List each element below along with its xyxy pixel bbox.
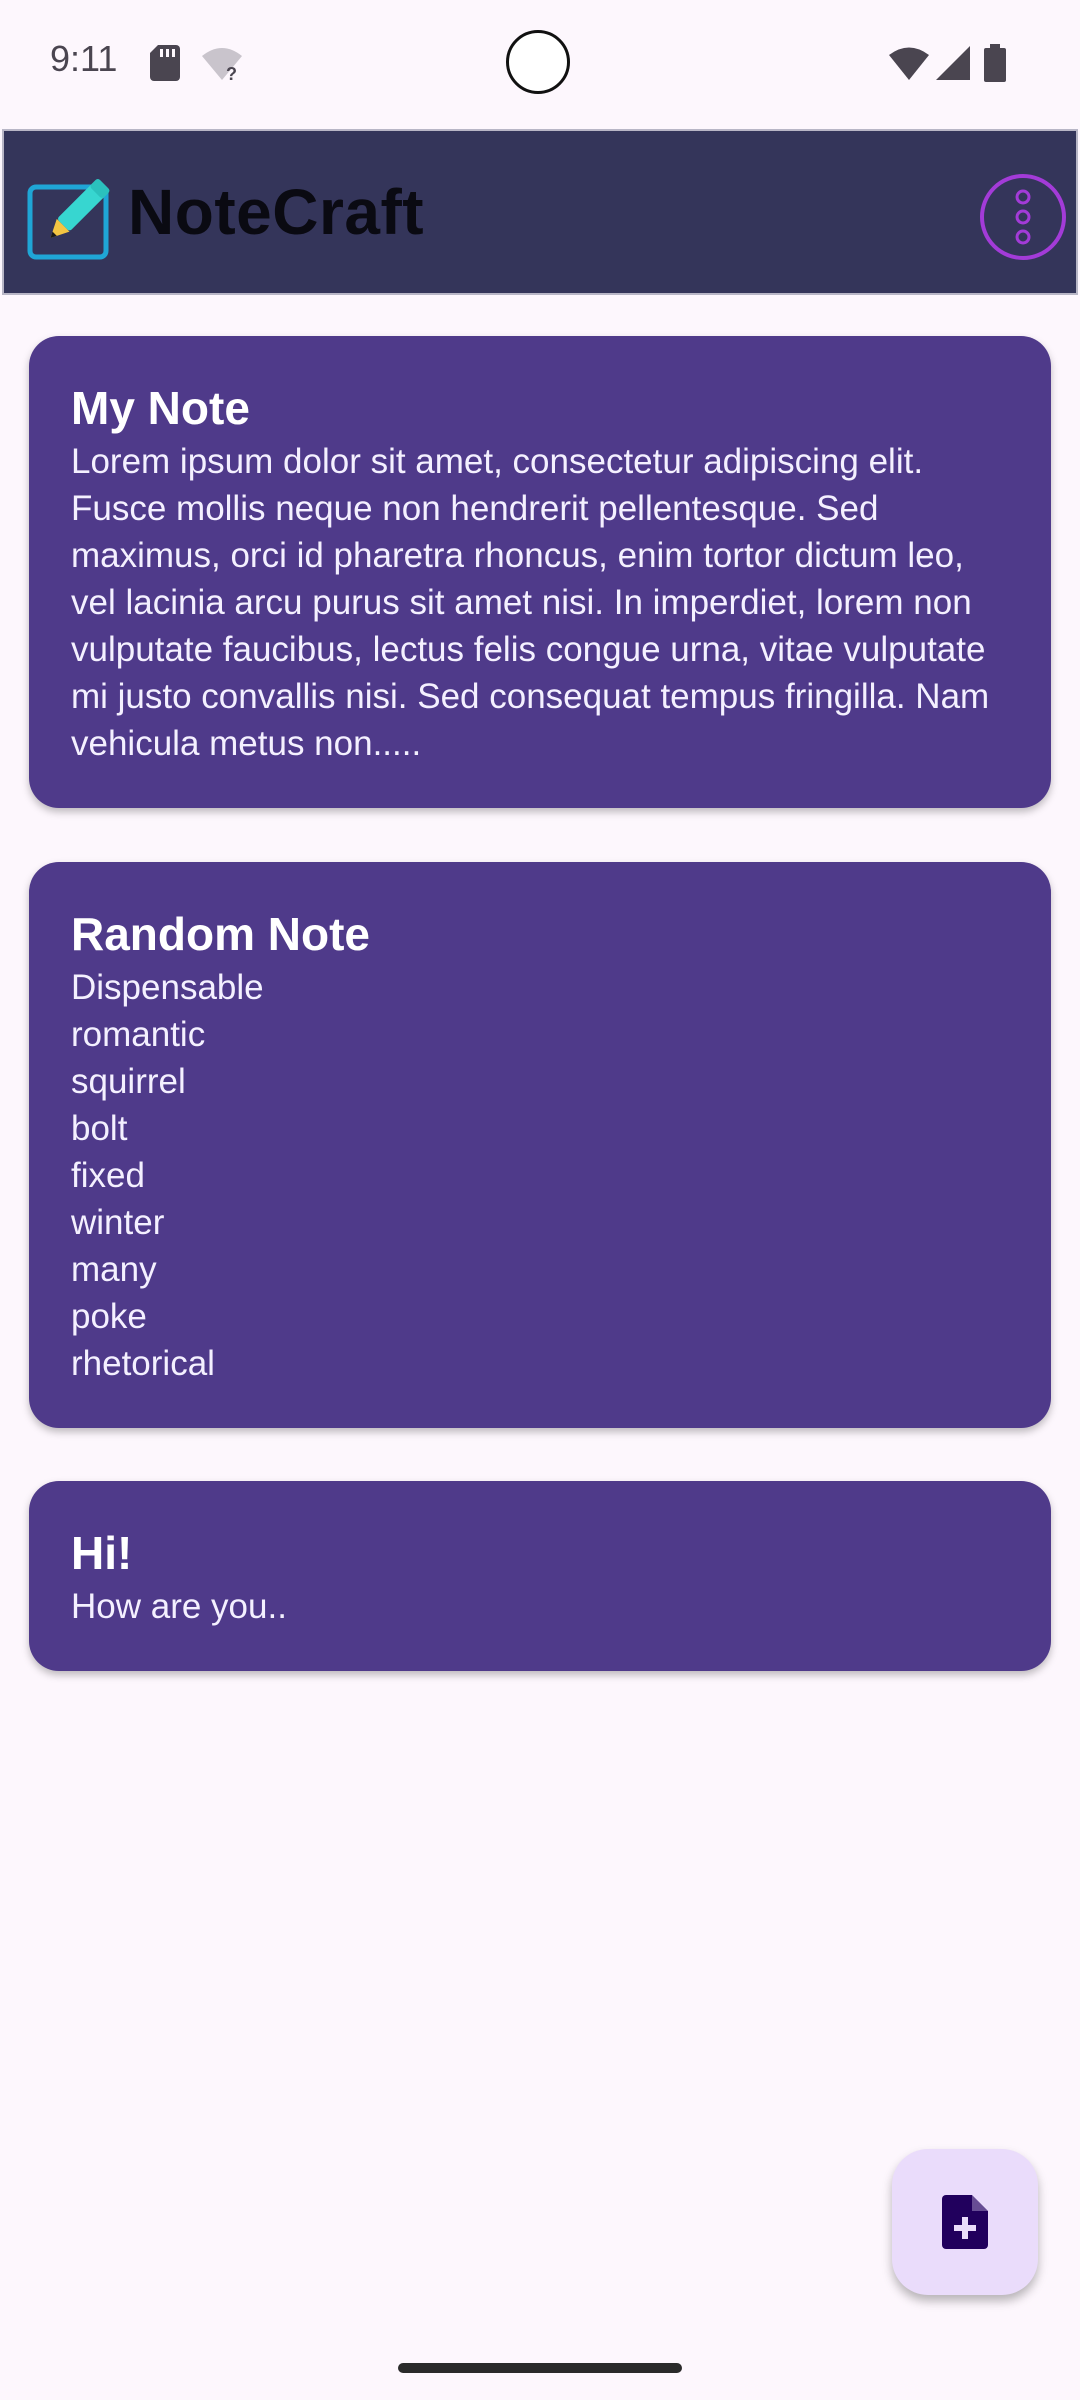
- svg-text:?: ?: [226, 64, 237, 80]
- note-card[interactable]: Hi! How are you..: [29, 1481, 1051, 1671]
- note-card[interactable]: My Note Lorem ipsum dolor sit amet, cons…: [29, 336, 1051, 808]
- note-title: My Note: [71, 382, 250, 434]
- note-body: How are you..: [71, 1587, 287, 1626]
- more-vert-icon: [1015, 189, 1031, 245]
- note-body: Dispensable romantic squirrel bolt fixed…: [71, 968, 264, 1383]
- status-bar: 9:11 ?: [0, 0, 1080, 128]
- home-indicator[interactable]: [398, 2363, 682, 2373]
- app-bar: NoteCraft: [2, 129, 1078, 295]
- battery-icon: [984, 44, 1006, 82]
- wifi-icon: [889, 47, 929, 80]
- status-time: 9:11: [50, 38, 118, 79]
- note-card[interactable]: Random Note Dispensable romantic squirre…: [29, 862, 1051, 1428]
- edit-note-icon: [27, 179, 110, 260]
- wifi-question-icon: ?: [202, 48, 242, 80]
- signal-icon: [936, 46, 970, 80]
- sd-card-icon: [150, 45, 180, 81]
- add-note-button[interactable]: [892, 2149, 1038, 2295]
- app-title: NoteCraft: [128, 176, 425, 248]
- note-body: Lorem ipsum dolor sit amet, consectetur …: [71, 442, 990, 763]
- note-title: Random Note: [71, 908, 370, 960]
- more-options-button[interactable]: [980, 174, 1066, 260]
- note-title: Hi!: [71, 1527, 133, 1579]
- camera-cutout: [506, 30, 570, 94]
- note-add-icon: [942, 2195, 988, 2249]
